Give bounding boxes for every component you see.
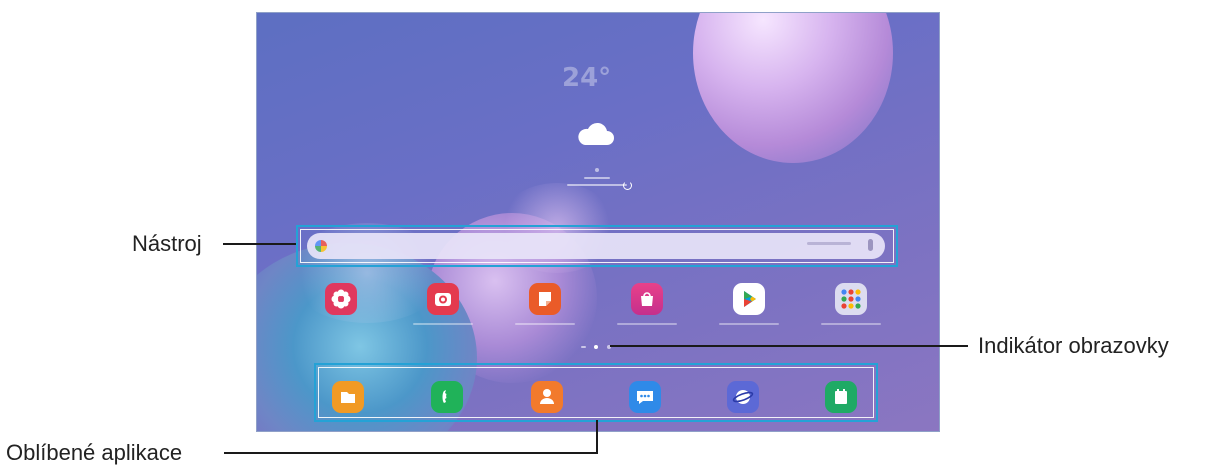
notes-icon[interactable]: [529, 283, 561, 315]
favorite-apps-highlight-frame: [314, 363, 878, 422]
play-store-icon[interactable]: [733, 283, 765, 315]
folder-icon[interactable]: [835, 283, 867, 315]
tool-callout-line: [223, 243, 296, 245]
favorite-apps-label: Oblíbené aplikace: [6, 440, 183, 465]
refresh-icon[interactable]: [623, 181, 632, 190]
favorite-apps-callout-line-vertical: [596, 420, 598, 454]
favorite-apps-callout-line-horizontal: [224, 452, 598, 454]
screen-indicator-callout-line: [610, 345, 968, 347]
screen-indicator-label: Indikátor obrazovky: [978, 333, 1169, 358]
weather-temperature[interactable]: 24°: [562, 63, 611, 93]
wallpaper-bubble: [693, 13, 893, 163]
cloud-icon[interactable]: [575, 121, 615, 147]
tool-highlight-frame: [296, 225, 898, 267]
tool-label: Nástroj: [132, 231, 202, 256]
camera-icon[interactable]: [427, 283, 459, 315]
gallery-icon[interactable]: [325, 283, 357, 315]
galaxy-store-icon[interactable]: [631, 283, 663, 315]
